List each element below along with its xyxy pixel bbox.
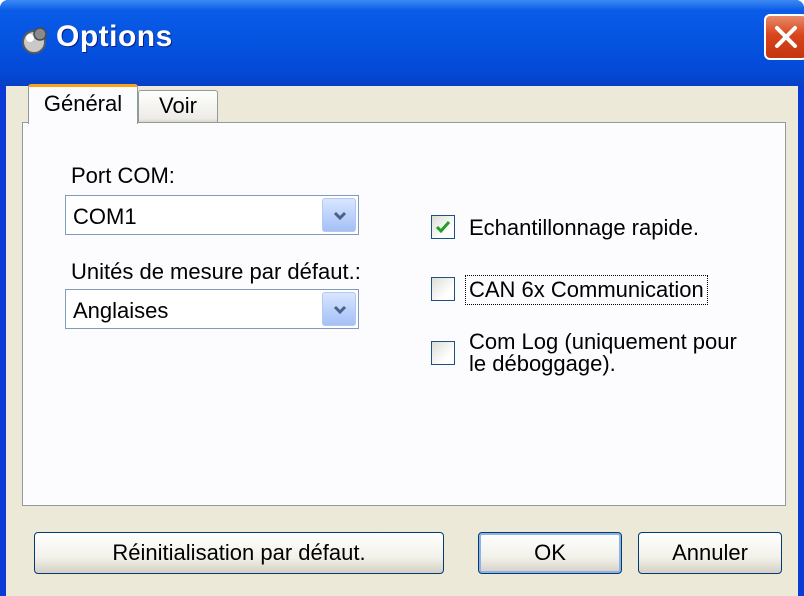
port-com-dropdown-button[interactable] bbox=[322, 198, 356, 232]
units-select[interactable]: Anglaises bbox=[65, 289, 359, 329]
com-log-checkbox[interactable] bbox=[431, 341, 455, 365]
units-dropdown-button[interactable] bbox=[322, 292, 356, 326]
title-bar[interactable]: Options bbox=[0, 0, 804, 86]
reset-defaults-button[interactable]: Réinitialisation par défaut. bbox=[34, 532, 444, 574]
close-button[interactable] bbox=[764, 14, 804, 60]
options-dialog: Options Général Voir Port COM: COM1 Unit… bbox=[0, 0, 804, 596]
com-log-label-line1: Com Log (uniquement pour bbox=[469, 329, 737, 354]
port-com-value: COM1 bbox=[73, 204, 137, 229]
fast-sampling-checkbox[interactable] bbox=[431, 215, 455, 239]
ok-button[interactable]: OK bbox=[478, 532, 622, 574]
tab-voir[interactable]: Voir bbox=[138, 90, 218, 122]
can-6x-label[interactable]: CAN 6x Communication bbox=[465, 275, 708, 305]
units-label: Unités de mesure par défaut.: bbox=[71, 259, 361, 284]
port-com-select[interactable]: COM1 bbox=[65, 195, 359, 235]
units-value: Anglaises bbox=[73, 298, 169, 323]
close-icon bbox=[775, 26, 797, 48]
cancel-button[interactable]: Annuler bbox=[638, 532, 782, 574]
chevron-down-icon bbox=[333, 211, 347, 221]
can-6x-checkbox[interactable] bbox=[431, 277, 455, 301]
options-app-icon bbox=[16, 22, 52, 58]
tab-general[interactable]: Général bbox=[28, 84, 138, 124]
com-log-label[interactable]: Com Log (uniquement pour le déboggage). bbox=[469, 331, 737, 375]
window-title: Options bbox=[56, 20, 173, 53]
port-com-label: Port COM: bbox=[71, 163, 175, 188]
general-tab-panel: Port COM: COM1 Unités de mesure par défa… bbox=[22, 122, 786, 506]
checkmark-icon bbox=[435, 221, 451, 234]
fast-sampling-label[interactable]: Echantillonnage rapide. bbox=[469, 217, 699, 239]
com-log-label-line2: le déboggage). bbox=[469, 351, 616, 376]
chevron-down-icon bbox=[333, 305, 347, 315]
